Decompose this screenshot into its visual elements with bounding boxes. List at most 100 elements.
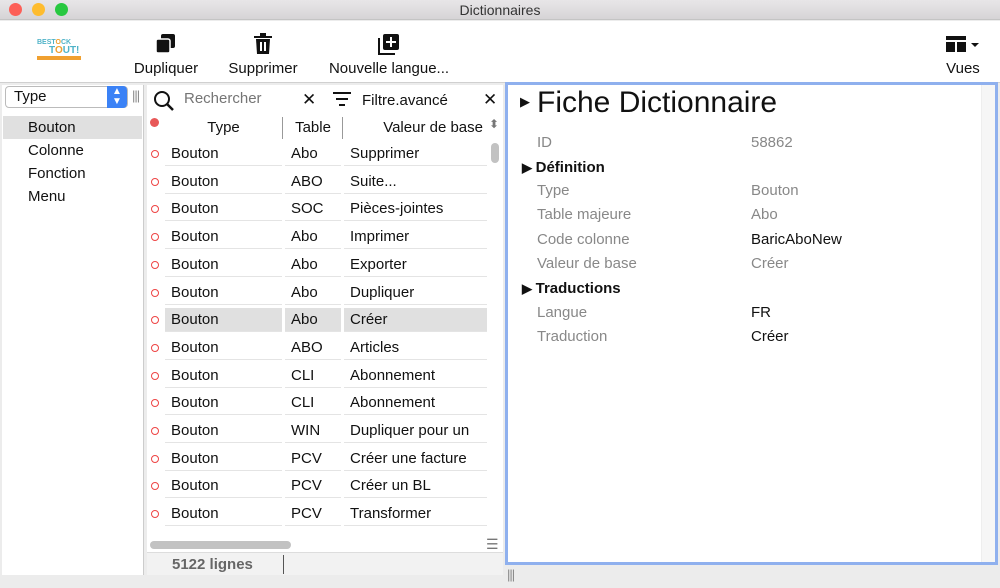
cell-base-value: Abonnement [344,363,487,388]
advanced-filter-button[interactable]: Filtre.avancé [362,92,448,109]
translations-section[interactable]: ▶ Traductions [522,280,621,297]
minimize-window-button[interactable] [32,3,45,16]
table-row[interactable]: Bouton Abo Supprimer [150,140,487,167]
cell-table: PCV [285,446,341,471]
table-row[interactable]: Bouton ABO Articles [150,334,487,361]
chevron-updown-icon: ▲ ▼ [107,86,127,108]
status-marker-icon [151,482,159,491]
table-row[interactable]: Bouton ABO Suite... [150,168,487,195]
views-button[interactable]: Vues [940,31,986,77]
status-marker-icon [151,510,159,519]
field-label: Code colonne [537,230,630,248]
cell-type: Bouton [165,225,282,250]
column-header-base-value[interactable]: Valeur de base [344,117,487,139]
status-marker-icon [151,454,159,463]
sort-icon[interactable]: ⬍ [489,117,499,131]
title-bar: Dictionnaires [0,0,1000,20]
field-value: Créer [751,328,789,345]
column-header-type[interactable]: Type [165,117,283,139]
type-list-item[interactable]: Bouton [3,116,142,139]
duplicate-button[interactable]: Dupliquer [128,31,204,77]
field-value: BaricAboNew [751,230,842,248]
collapse-triangle-icon[interactable]: ▶ [520,94,530,110]
cell-type: Bouton [165,474,282,499]
table-row[interactable]: Bouton PCV Transformer [150,500,487,527]
id-value: 58862 [751,134,793,151]
table-row[interactable]: Bouton Abo Créer [150,306,487,333]
search-input[interactable] [184,90,294,107]
cell-type: Bouton [165,419,282,443]
table-row[interactable]: Bouton CLI Abonnement [150,362,487,389]
cell-table: Abo [285,225,341,250]
field-value: Créer [751,254,789,272]
field-label: Traduction [537,328,608,345]
definition-label: Définition [535,159,605,176]
status-bar: 5122 lignes [147,552,503,575]
new-language-label: Nouvelle langue... [328,60,450,77]
clear-search-icon[interactable]: ✕ [302,90,316,110]
type-list-item[interactable]: Fonction [3,162,142,185]
field-label: Valeur de base [537,254,637,272]
table-row[interactable]: Bouton SOC Pièces-jointes [150,195,487,222]
detail-scrollbar-track[interactable] [981,85,995,562]
cell-type: Bouton [165,363,282,388]
expand-triangle-icon: ▶ [522,160,536,175]
menu-lines-icon[interactable]: ☰ [486,536,499,553]
expand-triangle-icon: ▶ [522,281,536,296]
field-value: FR [751,304,771,321]
detail-title: Fiche Dictionnaire [537,86,778,119]
status-marker-icon [151,427,159,435]
cell-table: Abo [285,252,341,277]
trash-icon [222,31,304,57]
cell-base-value: Abonnement [344,391,487,416]
status-marker-icon [151,399,159,408]
table-row[interactable]: Bouton Abo Exporter [150,251,487,278]
type-list-item[interactable]: Menu [3,185,142,208]
cell-base-value: Dupliquer [344,280,487,305]
table-row[interactable]: Bouton PCV Créer une facture [150,445,487,472]
app-logo: BESTOCK TOUT! [37,39,81,65]
cell-table: Abo [285,280,341,305]
vertical-scrollbar[interactable] [491,143,499,163]
table-row[interactable]: Bouton Abo Dupliquer [150,279,487,306]
cell-base-value: Créer un BL [344,474,487,499]
close-window-button[interactable] [9,3,22,16]
filter-icon [333,92,351,110]
detail-panel [505,82,998,565]
cell-type: Bouton [165,169,282,194]
cell-table: Abo [285,142,341,166]
duplicate-icon [128,31,204,57]
search-box[interactable]: ✕ [150,87,322,114]
cell-type: Bouton [165,280,282,305]
duplicate-label: Dupliquer [133,60,199,77]
horizontal-scrollbar[interactable] [150,541,291,549]
table-row[interactable]: Bouton WIN Dupliquer pour un [150,417,487,444]
table-row[interactable]: Bouton CLI Abonnement [150,389,487,416]
type-list-item-label: Colonne [28,142,84,159]
type-list-item[interactable]: Colonne [3,139,142,162]
cell-base-value: Imprimer [344,225,487,250]
cell-table: CLI [285,363,341,388]
cell-type: Bouton [165,502,282,527]
row-count: 5122 lignes [172,556,253,573]
field-label: Table majeure [537,206,632,224]
delete-button[interactable]: Supprimer [222,31,304,77]
column-header-table[interactable]: Table [284,117,343,139]
zoom-window-button[interactable] [55,3,68,16]
cell-type: Bouton [165,391,282,416]
status-marker-icon [151,233,159,242]
cell-base-value: Transformer [344,502,487,527]
table-row[interactable]: Bouton PCV Créer un BL [150,472,487,499]
clear-filter-icon[interactable]: ✕ [483,90,497,110]
splitter-handle-bottom[interactable]: ||| [507,567,515,582]
new-language-button[interactable]: Nouvelle langue... [320,31,458,77]
type-select[interactable]: Type ▲ ▼ [5,86,128,108]
id-label: ID [537,134,552,151]
cell-type: Bouton [165,335,282,360]
window-title: Dictionnaires [459,2,541,18]
table-row[interactable]: Bouton Abo Imprimer [150,223,487,250]
splitter-handle[interactable]: ||| [132,88,140,103]
definition-section[interactable]: ▶ Définition [522,159,605,176]
cell-type: Bouton [165,142,282,166]
cell-table: SOC [285,197,341,222]
